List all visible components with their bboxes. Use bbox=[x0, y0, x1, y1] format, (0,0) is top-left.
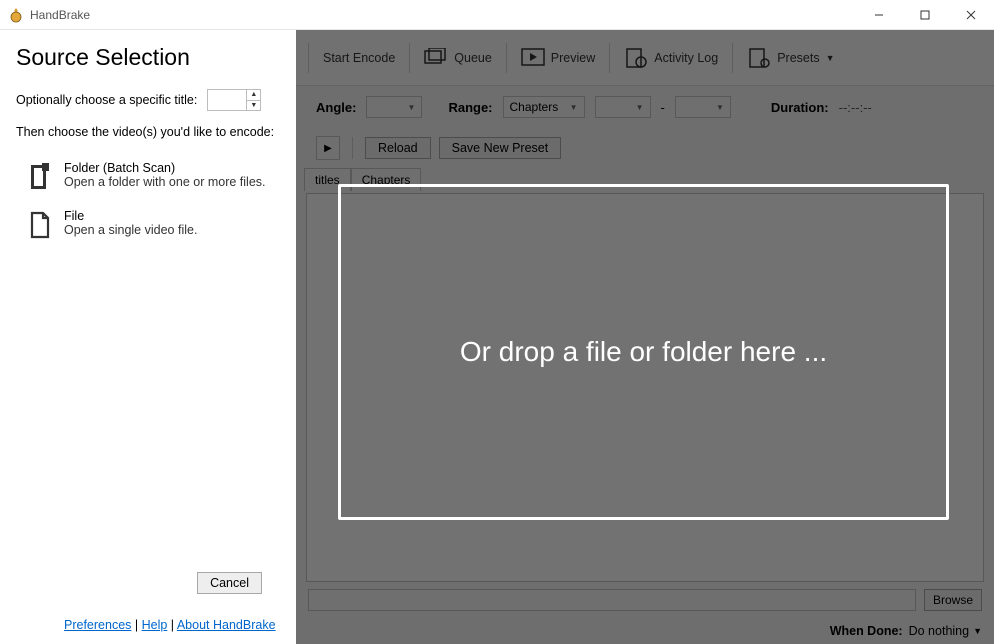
start-encode-button[interactable]: Start Encode bbox=[313, 45, 405, 71]
window-controls bbox=[856, 0, 994, 30]
when-done-label: When Done: bbox=[830, 624, 903, 638]
optional-title-label: Optionally choose a specific title: bbox=[16, 93, 197, 107]
stepper-up-icon[interactable]: ▲ bbox=[247, 90, 260, 101]
optional-title-row: Optionally choose a specific title: ▲ ▼ bbox=[16, 89, 282, 111]
browse-button[interactable]: Browse bbox=[924, 589, 982, 611]
start-encode-label: Start Encode bbox=[323, 51, 395, 65]
preset-actions-row: ▶ Reload Save New Preset bbox=[296, 128, 994, 168]
range-start-select[interactable]: ▼ bbox=[595, 96, 651, 118]
title-number-stepper[interactable]: ▲ ▼ bbox=[207, 89, 261, 111]
main-area: Start Encode Queue Preview Activity Log bbox=[296, 30, 994, 644]
range-dash: - bbox=[661, 100, 665, 115]
file-icon bbox=[28, 211, 52, 239]
activity-log-button[interactable]: Activity Log bbox=[614, 42, 728, 74]
maximize-button[interactable] bbox=[902, 0, 948, 30]
chevron-down-icon: ▼ bbox=[973, 626, 982, 636]
range-type-select[interactable]: Chapters▼ bbox=[503, 96, 585, 118]
queue-icon bbox=[424, 48, 448, 68]
range-end-select[interactable]: ▼ bbox=[675, 96, 731, 118]
queue-label: Queue bbox=[454, 51, 492, 65]
angle-select[interactable]: ▼ bbox=[366, 96, 422, 118]
close-button[interactable] bbox=[948, 0, 994, 30]
play-button[interactable]: ▶ bbox=[316, 136, 340, 160]
cancel-button[interactable]: Cancel bbox=[197, 572, 262, 594]
tabs-row: titles Chapters bbox=[296, 168, 994, 191]
presets-label: Presets bbox=[777, 51, 819, 65]
range-type-value: Chapters bbox=[510, 100, 559, 114]
help-link[interactable]: Help bbox=[142, 618, 168, 632]
when-done-select[interactable]: Do nothing ▼ bbox=[909, 624, 982, 638]
footer-links: Preferences | Help | About HandBrake bbox=[16, 618, 282, 636]
open-folder-option[interactable]: Folder (Batch Scan) Open a folder with o… bbox=[16, 157, 282, 205]
folder-icon bbox=[28, 163, 52, 191]
tab-chapters[interactable]: Chapters bbox=[351, 168, 422, 191]
folder-option-title: Folder (Batch Scan) bbox=[64, 161, 266, 175]
preview-icon bbox=[521, 48, 545, 68]
app-icon bbox=[8, 7, 24, 23]
title-number-input[interactable] bbox=[208, 90, 246, 110]
save-destination-row: Browse bbox=[296, 582, 994, 618]
save-new-preset-button[interactable]: Save New Preset bbox=[439, 137, 562, 159]
presets-icon bbox=[747, 48, 771, 68]
source-selection-panel: Source Selection Optionally choose a spe… bbox=[0, 30, 296, 644]
minimize-button[interactable] bbox=[856, 0, 902, 30]
preview-button[interactable]: Preview bbox=[511, 42, 605, 74]
duration-value: --:--:-- bbox=[839, 100, 872, 115]
destination-path-input[interactable] bbox=[308, 589, 916, 611]
tab-titles[interactable]: titles bbox=[304, 168, 351, 191]
preview-label: Preview bbox=[551, 51, 595, 65]
link-sep: | bbox=[131, 618, 141, 632]
activity-log-label: Activity Log bbox=[654, 51, 718, 65]
encode-params-row: Angle: ▼ Range: Chapters▼ ▼ - ▼ Duration… bbox=[296, 86, 994, 128]
source-selection-heading: Source Selection bbox=[16, 44, 282, 71]
link-sep: | bbox=[167, 618, 177, 632]
queue-button[interactable]: Queue bbox=[414, 42, 502, 74]
preferences-link[interactable]: Preferences bbox=[64, 618, 131, 632]
encode-instruction: Then choose the video(s) you'd like to e… bbox=[16, 125, 282, 139]
open-file-option[interactable]: File Open a single video file. bbox=[16, 205, 282, 253]
status-bar: When Done: Do nothing ▼ bbox=[296, 618, 994, 644]
file-option-title: File bbox=[64, 209, 197, 223]
play-icon: ▶ bbox=[324, 143, 332, 154]
folder-option-desc: Open a folder with one or more files. bbox=[64, 175, 266, 189]
main-ui: Start Encode Queue Preview Activity Log bbox=[296, 30, 994, 644]
main-toolbar: Start Encode Queue Preview Activity Log bbox=[296, 30, 994, 86]
file-option-desc: Open a single video file. bbox=[64, 223, 197, 237]
titlebar: HandBrake bbox=[0, 0, 994, 30]
when-done-value: Do nothing bbox=[909, 624, 969, 638]
chevron-down-icon: ▼ bbox=[826, 53, 835, 63]
angle-label: Angle: bbox=[316, 100, 356, 115]
duration-label: Duration: bbox=[771, 100, 829, 115]
app-title: HandBrake bbox=[30, 8, 90, 22]
stepper-down-icon[interactable]: ▼ bbox=[247, 101, 260, 111]
range-label: Range: bbox=[448, 100, 492, 115]
about-link[interactable]: About HandBrake bbox=[177, 618, 276, 632]
reload-preset-button[interactable]: Reload bbox=[365, 137, 431, 159]
activity-log-icon bbox=[624, 48, 648, 68]
tab-content bbox=[306, 193, 984, 582]
presets-button[interactable]: Presets ▼ bbox=[737, 42, 844, 74]
